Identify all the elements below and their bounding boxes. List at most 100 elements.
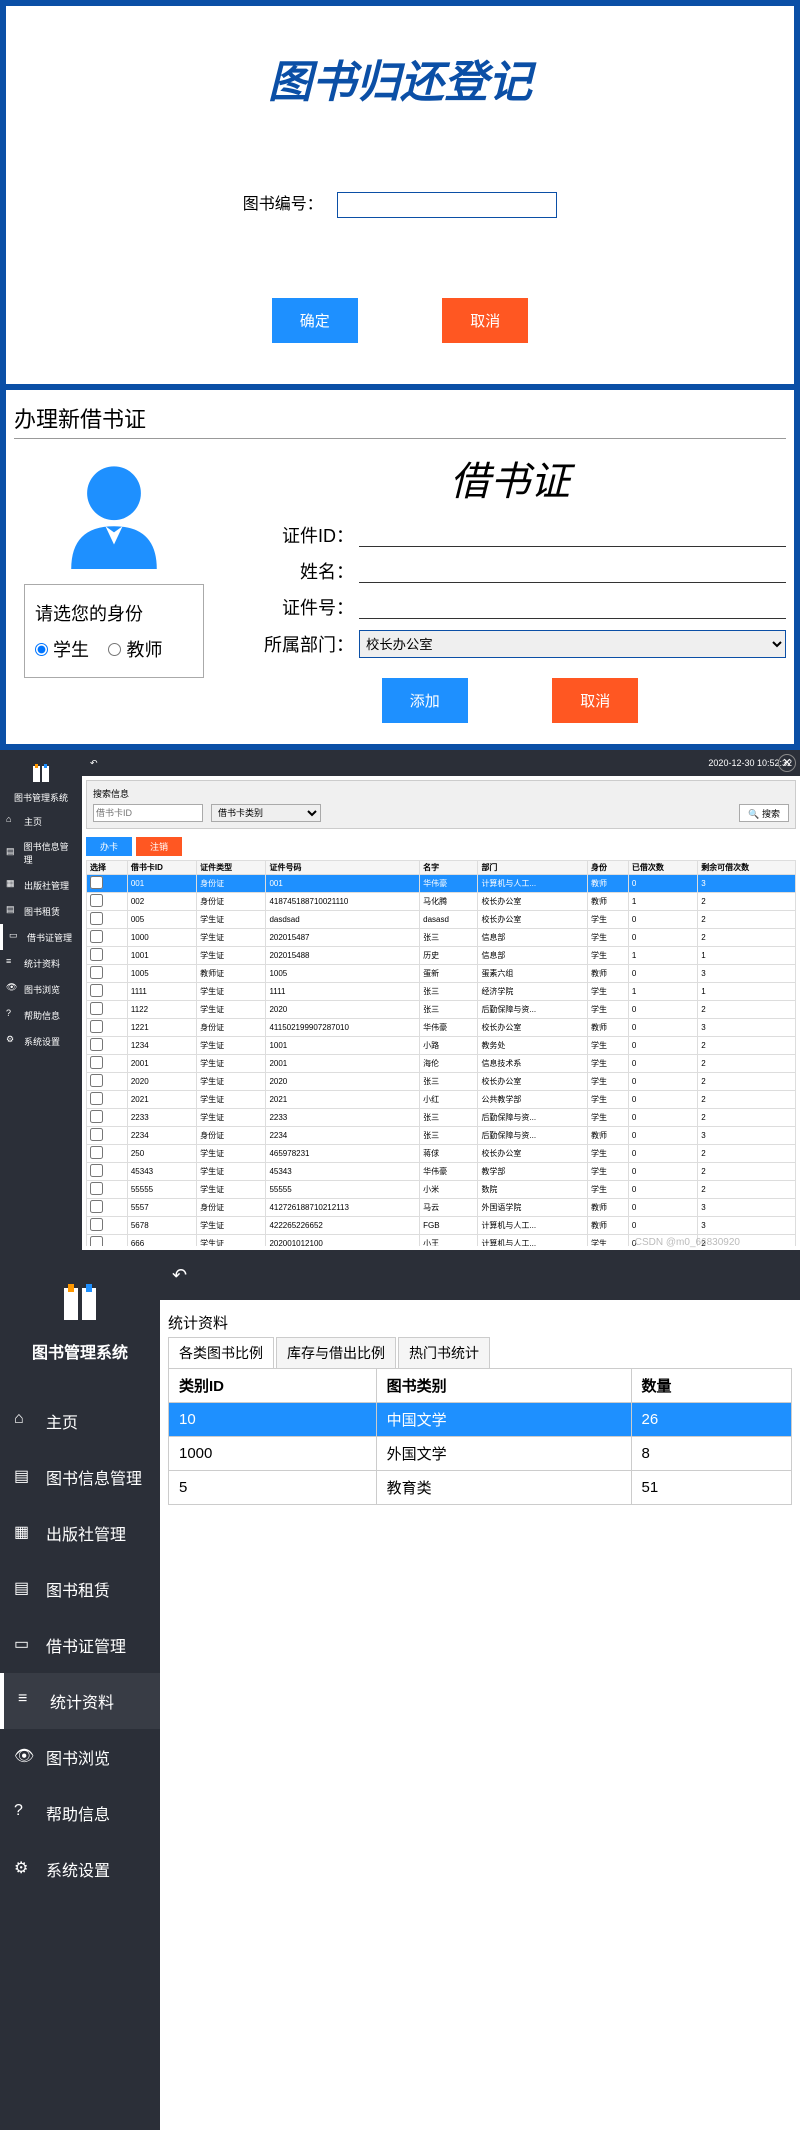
row-checkbox[interactable]: [90, 1074, 103, 1087]
ok-button[interactable]: 确定: [272, 298, 358, 343]
search-card-type[interactable]: 借书卡类别: [211, 804, 321, 822]
row-checkbox[interactable]: [90, 966, 103, 979]
mgmt-large-panel: 图书管理系统 ⌂主页▤图书信息管理▦出版社管理▤图书租赁▭借书证管理≡统计资料👁…: [0, 1250, 800, 2130]
return-title: 图书归还登记: [16, 46, 784, 110]
table-row[interactable]: 2001学生证2001海伦信息技术系学生02: [87, 1055, 796, 1073]
row-checkbox[interactable]: [90, 1182, 103, 1195]
sidebar-item-6[interactable]: 👁图书浏览: [0, 976, 82, 1002]
table-row[interactable]: 5教育类51: [169, 1471, 792, 1505]
sidebar-item-3[interactable]: ▤图书租赁: [0, 898, 82, 924]
sidebar-item-6[interactable]: 👁图书浏览: [0, 1729, 160, 1785]
card-title: 借书证: [234, 449, 786, 507]
sidebar-item-0[interactable]: ⌂主页: [0, 808, 82, 834]
table-row[interactable]: 2021学生证2021小红公共教学部学生02: [87, 1091, 796, 1109]
row-checkbox[interactable]: [90, 948, 103, 961]
stats-tab-2[interactable]: 热门书统计: [398, 1337, 490, 1368]
input-no[interactable]: [359, 595, 786, 619]
table-row[interactable]: 1005教师证1005蛋新蛋素六组教师03: [87, 965, 796, 983]
table-row[interactable]: 1000学生证202015487张三信息部学生02: [87, 929, 796, 947]
stats-tab-0[interactable]: 各类图书比例: [168, 1337, 274, 1368]
table-row[interactable]: 10中国文学26: [169, 1403, 792, 1437]
table-row[interactable]: 5678学生证422265226652FGB计算机与人工...教师03: [87, 1217, 796, 1235]
nav-icon: 👁: [14, 1746, 36, 1768]
table-row[interactable]: 2234身份证2234张三后勤保障与资...教师03: [87, 1127, 796, 1145]
app-logo: 图书管理系统: [0, 758, 82, 808]
book-id-label: 图书编号：: [243, 196, 323, 213]
row-checkbox[interactable]: [90, 876, 103, 889]
back-icon[interactable]: ↶: [172, 1265, 187, 1286]
search-button[interactable]: 🔍 搜索: [739, 804, 789, 822]
topbar: ↶: [160, 1250, 800, 1300]
close-icon[interactable]: ✕: [778, 754, 796, 772]
cancel-button[interactable]: 取消: [552, 678, 638, 723]
row-checkbox[interactable]: [90, 1146, 103, 1159]
stats-tab-1[interactable]: 库存与借出比例: [276, 1337, 396, 1368]
cancel-button[interactable]: 取消: [442, 298, 528, 343]
nav-icon: ▭: [9, 930, 23, 944]
table-row[interactable]: 1111学生证1111张三经济学院学生11: [87, 983, 796, 1001]
sidebar-item-1[interactable]: ▤图书信息管理: [0, 834, 82, 872]
table-row[interactable]: 5557身份证412726188710212113马云外国语学院教师03: [87, 1199, 796, 1217]
table-row[interactable]: 005学生证dasdsaddasasd校长办公室学生02: [87, 911, 796, 929]
row-checkbox[interactable]: [90, 1236, 103, 1246]
table-row[interactable]: 2233学生证2233张三后勤保障与资...学生02: [87, 1109, 796, 1127]
nav-icon: ▤: [6, 846, 20, 860]
table-row[interactable]: 1234学生证1001小路教务处学生02: [87, 1037, 796, 1055]
table-row[interactable]: 001身份证001华伟豪计算机与人工...教师03: [87, 875, 796, 893]
table-row[interactable]: 1000外国文学8: [169, 1437, 792, 1471]
row-checkbox[interactable]: [90, 1092, 103, 1105]
row-checkbox[interactable]: [90, 984, 103, 997]
sidebar-item-2[interactable]: ▦出版社管理: [0, 872, 82, 898]
row-checkbox[interactable]: [90, 1128, 103, 1141]
sidebar-item-8[interactable]: ⚙系统设置: [0, 1028, 82, 1054]
row-checkbox[interactable]: [90, 1056, 103, 1069]
table-row[interactable]: 55555学生证55555小米数院学生02: [87, 1181, 796, 1199]
input-name[interactable]: [359, 559, 786, 583]
topbar: ↶ 2020-12-30 10:52:32: [82, 750, 800, 776]
table-row[interactable]: 1001学生证202015488历史信息部学生11: [87, 947, 796, 965]
row-checkbox[interactable]: [90, 1200, 103, 1213]
sidebar-item-4[interactable]: ▭借书证管理: [0, 1617, 160, 1673]
table-row[interactable]: 1122学生证2020张三后勤保障与资...学生02: [87, 1001, 796, 1019]
opt-student[interactable]: 学生: [35, 640, 89, 660]
return-buttons: 确定 取消: [16, 298, 784, 343]
sidebar-item-7[interactable]: ?帮助信息: [0, 1785, 160, 1841]
row-checkbox[interactable]: [90, 912, 103, 925]
row-checkbox[interactable]: [90, 1164, 103, 1177]
row-checkbox[interactable]: [90, 1038, 103, 1051]
table-row[interactable]: 1221身份证411502199907287010华伟豪校长办公室教师03: [87, 1019, 796, 1037]
sidebar-item-8[interactable]: ⚙系统设置: [0, 1841, 160, 1897]
row-checkbox[interactable]: [90, 930, 103, 943]
input-id[interactable]: [359, 523, 786, 547]
nav-icon: ≡: [6, 956, 20, 970]
row-checkbox[interactable]: [90, 894, 103, 907]
sidebar-item-7[interactable]: ?帮助信息: [0, 1002, 82, 1028]
search-panel: 搜索信息 借书卡类别 🔍 搜索: [86, 780, 796, 829]
sidebar-item-5[interactable]: ≡统计资料: [0, 1673, 160, 1729]
sidebar-item-3[interactable]: ▤图书租赁: [0, 1561, 160, 1617]
sidebar-item-5[interactable]: ≡统计资料: [0, 950, 82, 976]
sidebar-item-1[interactable]: ▤图书信息管理: [0, 1449, 160, 1505]
sidebar-item-0[interactable]: ⌂主页: [0, 1393, 160, 1449]
table-row[interactable]: 002身份证418745188710021110马化腾校长办公室教师12: [87, 893, 796, 911]
sidebar-item-4[interactable]: ▭借书证管理: [0, 924, 82, 950]
row-checkbox[interactable]: [90, 1002, 103, 1015]
row-checkbox[interactable]: [90, 1218, 103, 1231]
sidebar: 图书管理系统 ⌂主页▤图书信息管理▦出版社管理▤图书租赁▭借书证管理≡统计资料👁…: [0, 750, 82, 1250]
opt-teacher[interactable]: 教师: [108, 640, 162, 660]
sidebar-item-2[interactable]: ▦出版社管理: [0, 1505, 160, 1561]
nav-icon: ⌂: [6, 814, 20, 828]
table-row[interactable]: 45343学生证45343华伟豪教学部学生02: [87, 1163, 796, 1181]
back-icon[interactable]: ↶: [90, 758, 98, 769]
add-button[interactable]: 添加: [382, 678, 468, 723]
table-row[interactable]: 250学生证465978231蒋俅校长办公室学生02: [87, 1145, 796, 1163]
search-card-id[interactable]: [93, 804, 203, 822]
select-dept[interactable]: 校长办公室: [359, 630, 786, 658]
tab-create-card[interactable]: 办卡: [86, 837, 132, 856]
nav-icon: ?: [14, 1802, 36, 1824]
table-row[interactable]: 2020学生证2020张三校长办公室学生02: [87, 1073, 796, 1091]
book-id-input[interactable]: [337, 192, 557, 218]
row-checkbox[interactable]: [90, 1020, 103, 1033]
row-checkbox[interactable]: [90, 1110, 103, 1123]
tab-cancel-card[interactable]: 注销: [136, 837, 182, 856]
